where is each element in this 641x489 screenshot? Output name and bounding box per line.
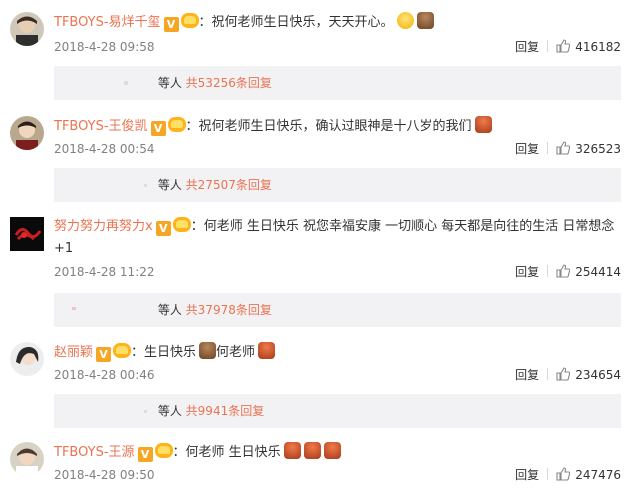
avatar[interactable] [10,12,44,46]
cake-emoji-icon [199,342,217,359]
username-link[interactable]: TFBOYS-易烊千玺 [54,15,161,30]
divider [547,468,549,480]
cake-emoji-icon [323,442,341,459]
replies-prefix: 等人 [157,178,182,192]
cake-emoji-icon [283,442,301,459]
blurred-names [124,81,128,85]
comment-time: 2018-4-28 09:50 [54,468,155,482]
avatar[interactable] [10,342,44,376]
comment-text: 祝何老师生日快乐，天天开心。 [211,15,394,30]
comment-line: TFBOYS-王俊凯 V ：祝何老师生日快乐，确认过眼神是十八岁的我们 [54,116,492,136]
comment-text: 何老师 生日快乐 祝您幸福安康 一切顺心 每天都是向往的生活 日常想念 [203,219,615,234]
reply-button[interactable]: 回复 [515,368,539,382]
thumbs-up-icon [556,467,571,481]
comment-line: TFBOYS-易烊千玺 V ：祝何老师生日快乐，天天开心。 [54,12,434,32]
reply-button[interactable]: 回复 [515,468,539,482]
comment-time: 2018-4-28 11:22 [54,265,155,279]
replies-prefix: 等人 [157,404,182,418]
replies-prefix: 等人 [157,76,182,90]
divider [547,265,549,277]
like-count: 234654 [575,368,621,382]
comment-line: 努力努力再努力x V ：何老师 生日快乐 祝您幸福安康 一切顺心 每天都是向往的生活… [54,217,614,237]
level-crown-icon [172,217,191,232]
cake-emoji-icon [258,342,276,359]
replies-summary[interactable]: 等人 共53256条回复 [54,66,621,100]
comment-time: 2018-4-28 00:46 [54,368,155,382]
avatar[interactable] [10,442,44,476]
thumbs-up-icon [556,264,571,278]
comment-text: 生日快乐 [144,345,197,360]
like-button[interactable]: 254414 [556,264,621,279]
level-crown-icon [113,343,132,358]
comment-actions: 回复 234654 [515,366,621,384]
comment-actions: 回复 416182 [515,38,621,56]
divider [547,40,549,52]
comment-actions: 回复 247476 [515,466,621,484]
comment-text: 祝何老师生日快乐，确认过眼神是十八岁的我们 [198,119,472,134]
like-count: 416182 [575,40,621,54]
username-link[interactable]: TFBOYS-王源 [54,445,135,460]
like-button[interactable]: 416182 [556,39,621,54]
reply-button[interactable]: 回复 [515,265,539,279]
avatar[interactable] [10,217,44,251]
like-button[interactable]: 234654 [556,367,621,382]
divider [547,142,549,154]
verified-v-icon: V [155,221,171,236]
colon: ： [131,345,145,360]
colon: ： [185,119,199,134]
view-replies-link[interactable]: 共53256条回复 [186,76,272,90]
replies-summary[interactable]: 等人 共37978条回复 [54,293,621,327]
like-count: 254414 [575,265,621,279]
like-count: 326523 [575,142,621,156]
thumbs-up-icon [556,141,571,155]
comment-text: 何老师 生日快乐 [185,445,281,460]
level-crown-icon [154,443,173,458]
comment-time: 2018-4-28 00:54 [54,142,155,156]
like-count: 247476 [575,468,621,482]
reply-button[interactable]: 回复 [515,142,539,156]
level-crown-icon [180,13,199,28]
comment-text-continued: +1 [54,241,74,256]
cake-emoji-icon [474,116,492,133]
divider [547,368,549,380]
smile-emoji-icon [396,12,414,29]
username-link[interactable]: TFBOYS-王俊凯 [54,119,148,134]
comment-text: 何老师 [216,345,256,360]
cake-emoji-icon [303,442,321,459]
verified-v-icon: V [150,121,166,136]
view-replies-link[interactable]: 共9941条回复 [186,404,265,418]
comment-time: 2018-4-28 09:58 [54,40,155,54]
thumbs-up-icon [556,39,571,53]
like-button[interactable]: 326523 [556,141,621,156]
thumbs-up-icon [556,367,571,381]
comment-line: TFBOYS-王源 V ：何老师 生日快乐 [54,442,341,462]
verified-v-icon: V [163,17,179,32]
blurred-names [72,307,76,310]
level-crown-icon [167,117,186,132]
verified-v-icon: V [137,447,153,462]
view-replies-link[interactable]: 共37978条回复 [186,303,272,317]
like-button[interactable]: 247476 [556,467,621,482]
colon: ： [190,219,204,234]
replies-summary[interactable]: 等人 共27507条回复 [54,168,621,202]
view-replies-link[interactable]: 共27507条回复 [186,178,272,192]
comment-actions: 回复 326523 [515,140,621,158]
verified-v-icon: V [96,347,112,362]
blurred-names [144,410,147,413]
blurred-names [144,184,147,187]
replies-prefix: 等人 [157,303,182,317]
colon: ： [198,15,212,30]
reply-button[interactable]: 回复 [515,40,539,54]
replies-summary[interactable]: 等人 共9941条回复 [54,394,621,428]
username-link[interactable]: 赵丽颖 [54,345,93,360]
colon: ： [172,445,186,460]
avatar[interactable] [10,116,44,150]
comment-actions: 回复 254414 [515,263,621,281]
cake-emoji-icon [416,12,434,29]
username-link[interactable]: 努力努力再努力x [54,219,153,234]
comment-line: 赵丽颖 V ：生日快乐 何老师 [54,342,276,362]
